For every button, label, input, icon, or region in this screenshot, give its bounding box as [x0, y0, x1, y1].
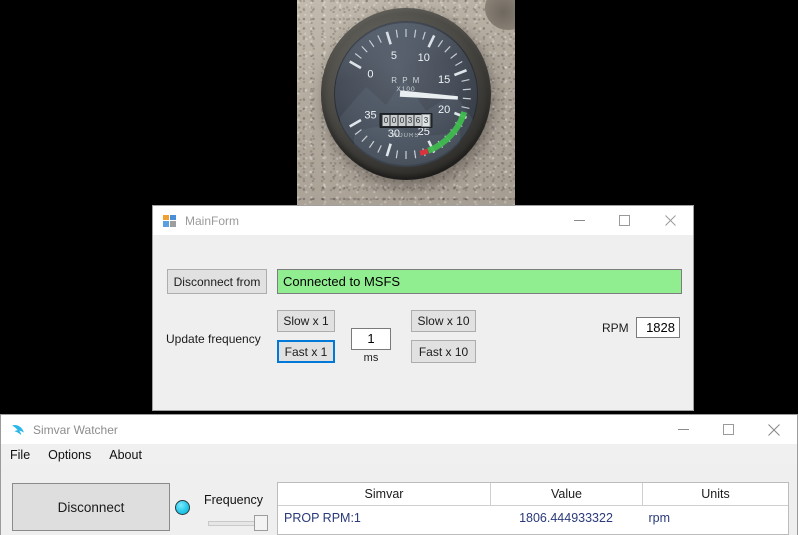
gauge-bezel: 05101520253035 R P M X100 000363 HOURS: [321, 8, 491, 180]
simvar-table-body: PROP RPM:11806.444933322rpm: [278, 506, 788, 531]
hobbs-digit: 3: [423, 115, 430, 126]
minimize-button[interactable]: [661, 415, 706, 444]
simvar-grid[interactable]: Simvar Value Units PROP RPM:11806.444933…: [277, 482, 789, 535]
mainform-titlebar[interactable]: MainForm: [153, 206, 693, 235]
hobbs-digit: 3: [407, 115, 414, 126]
blue-bird-icon: [10, 422, 26, 438]
mainform-window-controls[interactable]: [557, 206, 693, 235]
close-button[interactable]: [647, 206, 693, 235]
mainform-title: MainForm: [185, 214, 239, 228]
interval-units-label: ms: [351, 352, 391, 364]
simvar-table-header: Simvar Value Units: [278, 483, 788, 506]
frequency-slider-thumb[interactable]: [254, 515, 268, 531]
dial-tick-label: 15: [438, 74, 450, 86]
column-header-simvar[interactable]: Simvar: [278, 483, 491, 506]
connection-status-text: Connected to MSFS: [283, 274, 400, 289]
dial-tick-label: 10: [418, 52, 430, 64]
column-header-value[interactable]: Value: [491, 483, 643, 506]
simvar-watcher-window-controls[interactable]: [661, 415, 797, 444]
table-row[interactable]: PROP RPM:11806.444933322rpm: [278, 506, 788, 531]
maximize-button[interactable]: [706, 415, 751, 444]
menu-file[interactable]: File: [1, 446, 39, 464]
tachometer-dial: 05101520253035 R P M X100: [334, 21, 478, 167]
slow-x1-button[interactable]: Slow x 1: [277, 310, 335, 332]
maximize-button[interactable]: [602, 206, 647, 235]
hobbs-digit: 0: [399, 115, 406, 126]
disconnect-from-button[interactable]: Disconnect from: [167, 269, 267, 294]
rpm-dial-text: R P M: [391, 76, 421, 85]
mainform-client-area: Disconnect from Connected to MSFS Update…: [153, 235, 693, 410]
cell-simvar: PROP RPM:1: [278, 506, 491, 531]
connection-led-indicator: [175, 500, 190, 515]
menu-about[interactable]: About: [100, 446, 151, 464]
table-header-row: Simvar Value Units: [278, 483, 788, 506]
menu-options[interactable]: Options: [39, 446, 100, 464]
connection-status-box: Connected to MSFS: [277, 269, 682, 294]
cell-value: 1806.444933322: [491, 506, 643, 531]
vs-form-icon: [162, 213, 178, 229]
simvar-table: Simvar Value Units PROP RPM:11806.444933…: [278, 483, 788, 530]
cell-units: rpm: [643, 506, 789, 531]
hobbs-digit: 0: [391, 115, 398, 126]
menu-bar[interactable]: File Options About: [1, 444, 797, 465]
minimize-button[interactable]: [557, 206, 602, 235]
simvar-watcher-window[interactable]: Simvar Watcher File Options About Discon…: [0, 414, 798, 535]
hours-label: HOURS: [393, 133, 420, 139]
gauge-face: 05101520253035 R P M X100 000363 HOURS: [334, 21, 478, 167]
hobbs-digit: 6: [415, 115, 422, 126]
tachometer-photo: 05101520253035 R P M X100 000363 HOURS: [297, 0, 515, 205]
frequency-slider[interactable]: [208, 515, 268, 531]
slow-x10-button[interactable]: Slow x 10: [411, 310, 476, 332]
hobbs-digit: 0: [383, 115, 390, 126]
frequency-label: Frequency: [204, 493, 263, 507]
simvar-watcher-titlebar[interactable]: Simvar Watcher: [1, 415, 797, 444]
update-frequency-label: Update frequency: [166, 332, 261, 346]
dial-tick-label: 5: [391, 50, 397, 62]
simvar-watcher-title: Simvar Watcher: [33, 423, 118, 437]
dial-tick-label: 35: [364, 110, 376, 122]
hobbs-meter: 000363: [380, 113, 433, 128]
fast-x10-button[interactable]: Fast x 10: [411, 340, 476, 363]
simvar-watcher-client-area: Disconnect Frequency Simvar Value Units …: [1, 465, 797, 535]
desktop-background: 05101520253035 R P M X100 000363 HOURS: [0, 0, 798, 205]
interval-input[interactable]: 1: [351, 328, 391, 350]
mainform-window[interactable]: MainForm Disconnect from Connected to MS…: [152, 205, 694, 411]
dial-tick-label: 20: [438, 104, 450, 116]
disconnect-button[interactable]: Disconnect: [12, 483, 170, 531]
column-header-units[interactable]: Units: [643, 483, 789, 506]
rpm-value-field[interactable]: 1828: [636, 317, 680, 338]
rpm-label: RPM: [602, 321, 629, 335]
dial-tick-label: 0: [367, 69, 373, 81]
fast-x1-button[interactable]: Fast x 1: [277, 340, 335, 363]
close-button[interactable]: [751, 415, 797, 444]
